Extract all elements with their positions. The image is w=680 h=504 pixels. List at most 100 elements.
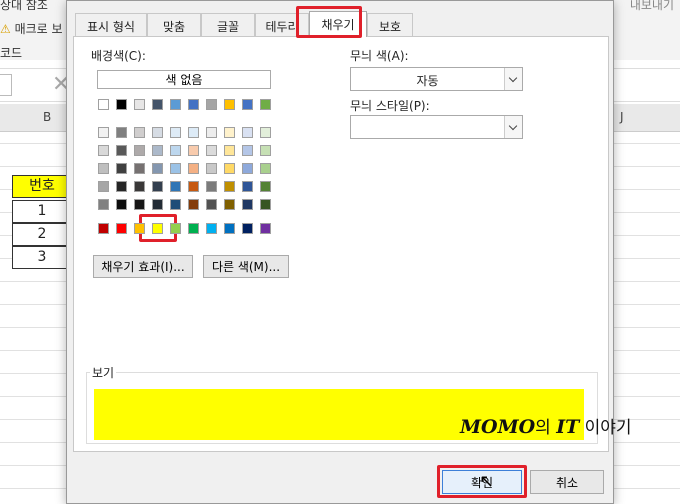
pattern-color-value: 자동 bbox=[416, 74, 439, 88]
color-swatch[interactable] bbox=[134, 181, 145, 192]
color-swatch[interactable] bbox=[206, 99, 217, 110]
mouse-cursor-icon: ↖ bbox=[479, 471, 495, 492]
color-swatch[interactable] bbox=[152, 181, 163, 192]
color-swatch[interactable] bbox=[224, 223, 235, 234]
pattern-style-label: 무늬 스타일(P): bbox=[350, 99, 430, 113]
cancel-button[interactable]: 취소 bbox=[530, 470, 604, 494]
color-swatch[interactable] bbox=[206, 181, 217, 192]
color-swatch[interactable] bbox=[206, 163, 217, 174]
tab-protection[interactable]: 보호 bbox=[367, 13, 413, 37]
color-swatch[interactable] bbox=[152, 145, 163, 156]
color-swatch[interactable] bbox=[242, 127, 253, 138]
tab-alignment[interactable]: 맞춤 bbox=[147, 13, 201, 37]
column-header-j[interactable]: J bbox=[620, 110, 624, 124]
table-cell[interactable]: 3 bbox=[12, 246, 72, 269]
column-header-b[interactable]: B bbox=[43, 110, 51, 124]
macro-security-label[interactable]: ⚠ 매크로 보 bbox=[0, 20, 63, 37]
color-swatch[interactable] bbox=[188, 223, 199, 234]
color-swatch[interactable] bbox=[206, 127, 217, 138]
color-swatch[interactable] bbox=[206, 223, 217, 234]
color-swatch[interactable] bbox=[242, 199, 253, 210]
color-swatch[interactable] bbox=[242, 163, 253, 174]
color-swatch[interactable] bbox=[188, 181, 199, 192]
table-cell[interactable]: 2 bbox=[12, 223, 72, 246]
color-swatch[interactable] bbox=[134, 223, 145, 234]
table-header-cell[interactable]: 번호 bbox=[12, 175, 72, 198]
color-swatch[interactable] bbox=[170, 163, 181, 174]
color-swatch[interactable] bbox=[260, 145, 271, 156]
color-swatch[interactable] bbox=[152, 127, 163, 138]
chevron-down-icon[interactable] bbox=[504, 68, 522, 90]
color-swatch[interactable] bbox=[260, 99, 271, 110]
color-swatch[interactable] bbox=[170, 223, 181, 234]
color-swatch[interactable] bbox=[152, 163, 163, 174]
color-swatch[interactable] bbox=[134, 127, 145, 138]
color-swatch[interactable] bbox=[242, 223, 253, 234]
color-swatch[interactable] bbox=[206, 199, 217, 210]
color-swatch[interactable] bbox=[224, 199, 235, 210]
color-swatch[interactable] bbox=[224, 145, 235, 156]
watermark-mid: 의 bbox=[535, 418, 557, 438]
color-swatch[interactable] bbox=[242, 181, 253, 192]
export-label[interactable]: 내보내기 bbox=[630, 0, 674, 13]
pattern-color-label: 무늬 색(A): bbox=[350, 49, 409, 63]
color-swatch[interactable] bbox=[134, 145, 145, 156]
color-swatch[interactable] bbox=[98, 99, 109, 110]
color-swatch[interactable] bbox=[242, 145, 253, 156]
color-swatch[interactable] bbox=[98, 163, 109, 174]
watermark-tail: 이야기 bbox=[579, 418, 632, 438]
color-swatch[interactable] bbox=[224, 127, 235, 138]
color-swatch[interactable] bbox=[134, 99, 145, 110]
color-swatch[interactable] bbox=[98, 181, 109, 192]
fill-effects-button[interactable]: 채우기 효과(I)... bbox=[93, 255, 193, 278]
color-swatch[interactable] bbox=[224, 163, 235, 174]
color-swatch[interactable] bbox=[188, 99, 199, 110]
more-colors-button[interactable]: 다른 색(M)... bbox=[203, 255, 289, 278]
no-color-button[interactable]: 색 없음 bbox=[97, 70, 271, 89]
color-swatch[interactable] bbox=[116, 99, 127, 110]
color-swatch[interactable] bbox=[116, 145, 127, 156]
color-swatch[interactable] bbox=[116, 127, 127, 138]
color-swatch[interactable] bbox=[242, 99, 253, 110]
color-swatch[interactable] bbox=[152, 223, 163, 234]
color-swatch[interactable] bbox=[260, 127, 271, 138]
color-swatch[interactable] bbox=[116, 181, 127, 192]
color-swatch[interactable] bbox=[98, 145, 109, 156]
color-swatch[interactable] bbox=[260, 199, 271, 210]
color-swatch[interactable] bbox=[116, 223, 127, 234]
color-swatch[interactable] bbox=[116, 199, 127, 210]
color-swatch[interactable] bbox=[260, 223, 271, 234]
color-swatch[interactable] bbox=[188, 127, 199, 138]
color-swatch[interactable] bbox=[116, 163, 127, 174]
color-swatch[interactable] bbox=[224, 99, 235, 110]
fill-panel: 배경색(C): 색 없음 채우기 효과(I)... 다른 색(M)... 무늬 … bbox=[73, 36, 632, 452]
color-swatch[interactable] bbox=[188, 145, 199, 156]
color-swatch[interactable] bbox=[206, 145, 217, 156]
tab-font[interactable]: 글꼴 bbox=[201, 13, 255, 37]
color-swatch[interactable] bbox=[98, 199, 109, 210]
color-swatch[interactable] bbox=[188, 199, 199, 210]
color-swatch[interactable] bbox=[170, 145, 181, 156]
color-swatch[interactable] bbox=[152, 199, 163, 210]
color-swatch[interactable] bbox=[170, 199, 181, 210]
color-swatch[interactable] bbox=[134, 199, 145, 210]
color-swatch[interactable] bbox=[260, 163, 271, 174]
pattern-style-dropdown[interactable] bbox=[350, 115, 523, 139]
table-cell[interactable]: 1 bbox=[12, 200, 72, 223]
relative-reference-label[interactable]: 상대 참조 bbox=[0, 0, 48, 13]
color-swatch[interactable] bbox=[98, 223, 109, 234]
color-swatch[interactable] bbox=[170, 99, 181, 110]
pattern-color-dropdown[interactable]: 자동 bbox=[350, 67, 523, 91]
color-swatch[interactable] bbox=[134, 163, 145, 174]
watermark-brand: MOMO bbox=[460, 416, 536, 438]
color-swatch[interactable] bbox=[170, 181, 181, 192]
chevron-down-icon[interactable] bbox=[504, 116, 522, 138]
name-box[interactable] bbox=[0, 74, 12, 96]
color-swatch[interactable] bbox=[98, 127, 109, 138]
color-swatch[interactable] bbox=[224, 181, 235, 192]
tab-number[interactable]: 표시 형식 bbox=[75, 13, 147, 37]
color-swatch[interactable] bbox=[260, 181, 271, 192]
color-swatch[interactable] bbox=[170, 127, 181, 138]
color-swatch[interactable] bbox=[152, 99, 163, 110]
color-swatch[interactable] bbox=[188, 163, 199, 174]
